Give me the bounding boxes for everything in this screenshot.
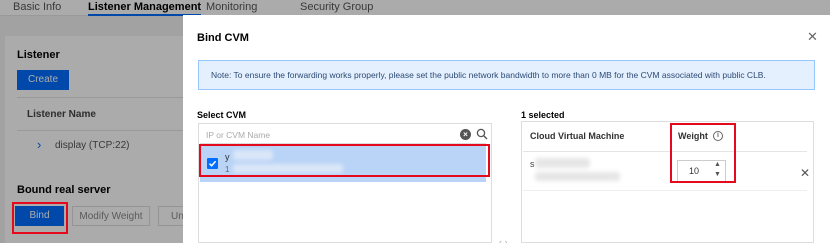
selected-cvm-name: s: [530, 159, 535, 169]
tab-listener-management[interactable]: Listener Management: [88, 1, 202, 16]
dialog-title: Bind CVM: [197, 32, 249, 44]
bind-button-highlight: [12, 202, 68, 234]
tab-bar: Basic Info Listener Management Monitorin…: [0, 0, 830, 16]
create-button[interactable]: Create: [17, 70, 69, 90]
cvm-source-panel: × y 1: [198, 123, 492, 243]
cvm-selected-panel: Cloud Virtual Machine Weight i s ▲ ▼ ✕: [521, 121, 814, 243]
redacted-selected-name: [535, 158, 590, 168]
search-box: ×: [200, 125, 488, 144]
remove-icon[interactable]: ✕: [800, 166, 810, 180]
listener-row-label: display (TCP:22): [55, 140, 130, 151]
chevron-right-icon[interactable]: ›: [37, 137, 41, 152]
select-cvm-label: Select CVM: [197, 110, 247, 120]
bound-real-server-title: Bound real server: [17, 184, 111, 196]
selected-table-header: Cloud Virtual Machine Weight i: [523, 123, 807, 152]
cvm-item-highlight: [199, 144, 490, 177]
weight-highlight: [670, 123, 736, 183]
cloud-virtual-machine-column-header: Cloud Virtual Machine: [530, 131, 625, 141]
bandwidth-note: Note: To ensure the forwarding works pro…: [198, 60, 815, 90]
selected-count-label: 1 selected: [521, 110, 565, 120]
clear-icon[interactable]: ×: [460, 129, 471, 140]
search-icon[interactable]: [476, 128, 488, 140]
transfer-arrow-icon: ‹ ›: [499, 237, 508, 243]
modify-weight-button[interactable]: Modify Weight: [72, 206, 150, 226]
search-input[interactable]: [206, 128, 446, 141]
tab-monitoring[interactable]: Monitoring: [206, 1, 257, 13]
listener-title: Listener: [17, 49, 60, 61]
tab-basic-info[interactable]: Basic Info: [13, 1, 61, 13]
bind-cvm-dialog: Bind CVM ✕ Note: To ensure the forwardin…: [183, 15, 830, 243]
close-icon[interactable]: ✕: [807, 29, 818, 45]
listener-name-column-header: Listener Name: [17, 97, 183, 131]
tab-security-group[interactable]: Security Group: [300, 1, 373, 13]
listener-row[interactable]: › display (TCP:22): [17, 131, 183, 161]
redacted-selected-ip: [535, 172, 620, 181]
selected-cvm-row: s ▲ ▼ ✕: [523, 153, 810, 191]
